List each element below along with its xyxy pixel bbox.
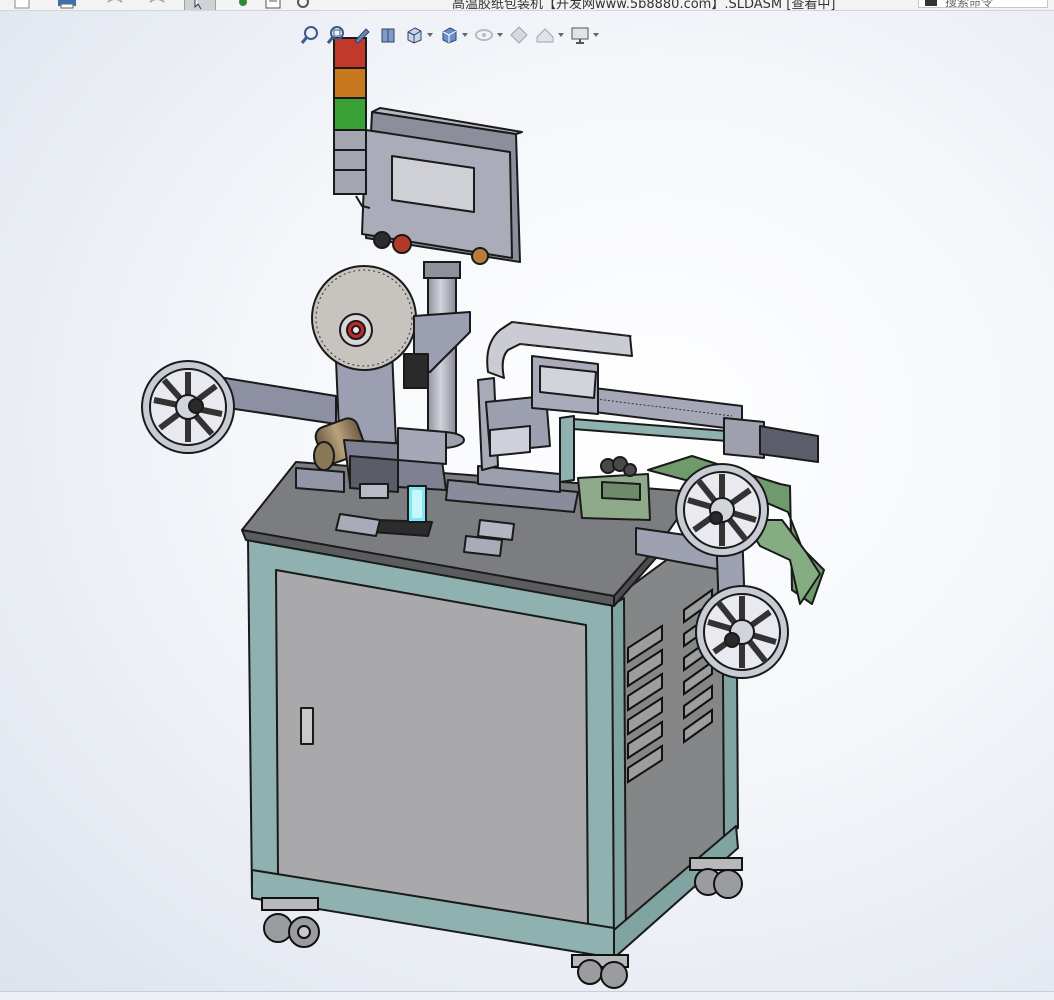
edit-appearance-button[interactable] [509, 24, 529, 46]
zoom-to-area-icon [326, 25, 346, 45]
assembly-model[interactable] [0, 11, 1054, 991]
hmi-panel [361, 107, 523, 265]
view-orientation-icon [404, 25, 424, 45]
linear-module [486, 321, 819, 483]
undo-icon[interactable] [104, 0, 126, 10]
previous-view-icon [352, 25, 372, 45]
selector-switch[interactable] [373, 231, 391, 249]
hide-show-items-button[interactable] [474, 24, 503, 46]
rewind-wheel-lower [695, 585, 789, 679]
zoom-to-fit-button[interactable] [300, 24, 320, 46]
view-settings-icon [570, 25, 590, 45]
file-properties-icon[interactable] [264, 0, 282, 10]
caster-rear-right [689, 857, 743, 899]
stack-light [333, 37, 371, 209]
section-view-button[interactable] [378, 24, 398, 46]
search-placeholder: 搜索命令 [945, 0, 994, 9]
cabinet-front-door[interactable] [275, 569, 589, 929]
view-orientation-button[interactable] [404, 24, 433, 46]
caster-front-left [261, 897, 320, 948]
view-settings-button[interactable] [570, 24, 599, 46]
cabinet-side-frame-post [611, 597, 627, 956]
select-pointer-icon[interactable] [184, 0, 216, 10]
take-up-wheel-left [141, 360, 235, 454]
search-commands-input[interactable]: 搜索命令 [918, 0, 1048, 9]
zoom-to-fit-icon [300, 25, 320, 45]
redo-icon[interactable] [146, 0, 168, 10]
apply-scene-icon [535, 25, 555, 45]
display-style-button[interactable] [439, 24, 468, 46]
print-icon[interactable] [56, 0, 78, 10]
apply-scene-button[interactable] [535, 24, 564, 46]
door-handle[interactable] [300, 707, 314, 745]
heads-up-view-toolbar [300, 24, 605, 46]
new-document-icon[interactable] [12, 0, 32, 10]
zoom-to-area-button[interactable] [326, 24, 346, 46]
window-title: 高温胶纸包装机【开发网www.5b8880.com】.SLDASM [查看中] [452, 0, 836, 11]
previous-view-button[interactable] [352, 24, 372, 46]
display-style-icon [439, 25, 459, 45]
emergency-stop-button[interactable] [392, 234, 412, 254]
title-bar: 高温胶纸包装机【开发网www.5b8880.com】.SLDASM [查看中] … [0, 0, 1054, 11]
search-icon [925, 0, 937, 6]
edit-appearance-icon [509, 25, 529, 45]
start-button[interactable] [471, 247, 489, 265]
graphics-area[interactable] [0, 11, 1054, 991]
traffic-light-icon[interactable] [236, 0, 250, 10]
servo-motor [759, 425, 819, 463]
caster-front-right [571, 954, 629, 989]
options-gear-icon[interactable] [294, 0, 312, 10]
section-view-icon [378, 25, 398, 45]
hide-show-items-icon [474, 25, 494, 45]
rewind-wheel-upper [675, 463, 769, 557]
